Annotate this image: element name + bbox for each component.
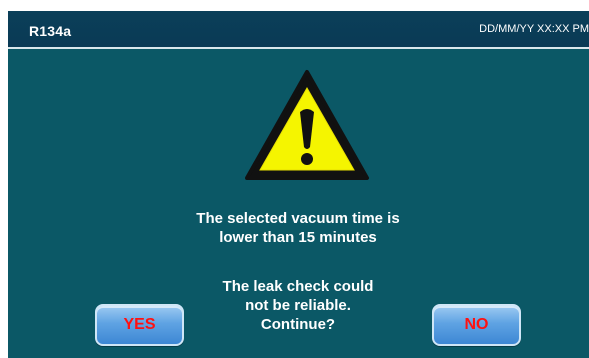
leak-check-message: The leak check could not be reliable. Co… — [138, 277, 458, 334]
message-line: Continue? — [260, 316, 336, 333]
message-line: not be reliable. — [245, 297, 351, 314]
dialog-screen: R134a DD/MM/YY XX:XX PM The selected vac… — [8, 11, 589, 358]
no-button-label: NO — [464, 316, 489, 333]
message-line: The selected vacuum time is — [196, 210, 400, 227]
yes-button-label: YES — [123, 316, 156, 333]
header-bar: R134a DD/MM/YY XX:XX PM — [8, 11, 589, 49]
message-line: The leak check could — [222, 278, 374, 295]
warning-triangle-icon — [245, 70, 369, 180]
vacuum-time-message: The selected vacuum time is lower than 1… — [138, 209, 458, 247]
yes-button[interactable]: YES — [95, 304, 184, 346]
refrigerant-title: R134a — [29, 23, 72, 39]
date-time: DD/MM/YY XX:XX PM — [479, 23, 589, 35]
message-line: lower than 15 minutes — [219, 229, 377, 246]
no-button[interactable]: NO — [432, 304, 521, 346]
